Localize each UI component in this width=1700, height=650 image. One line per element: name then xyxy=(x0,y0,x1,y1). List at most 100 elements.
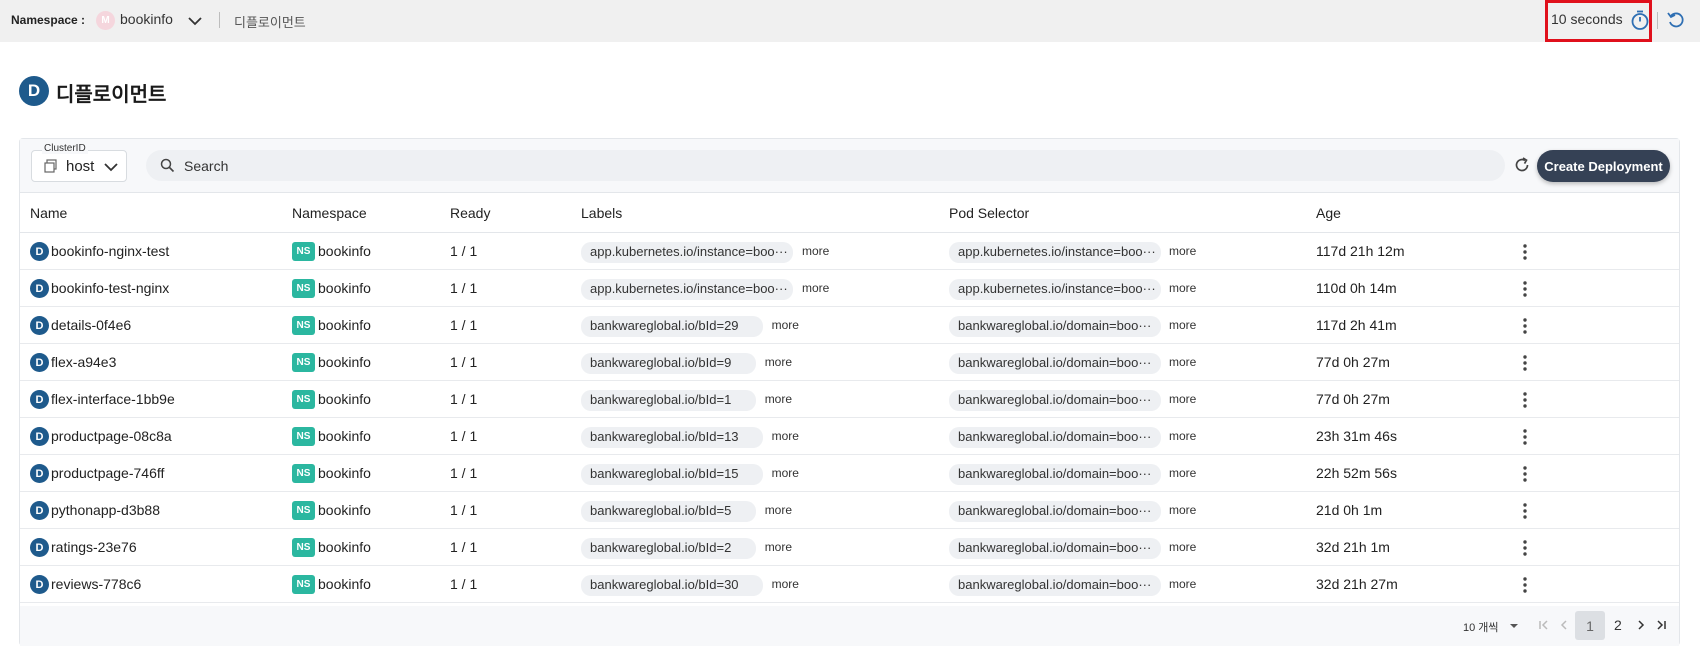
labels-more-link[interactable]: more xyxy=(772,466,799,480)
namespace-label: Namespace : xyxy=(11,13,86,27)
column-header-name[interactable]: Name xyxy=(30,205,67,221)
ready-count: 1 / 1 xyxy=(450,576,478,592)
labels-more-link[interactable]: more xyxy=(765,355,792,369)
search-box[interactable] xyxy=(146,150,1505,181)
kebab-icon[interactable] xyxy=(1516,390,1534,410)
search-input[interactable] xyxy=(184,150,1484,181)
labels-more-link[interactable]: more xyxy=(772,577,799,591)
table-row[interactable]: Dpythonapp-d3b88 NS bookinfo 1 / 1 bankwareg… xyxy=(20,492,1679,529)
deployment-name-link[interactable]: pythonapp-d3b88 xyxy=(51,502,160,518)
reload-icon[interactable] xyxy=(1513,156,1531,174)
deployment-name-link[interactable]: details-0f4e6 xyxy=(51,317,131,333)
deployment-name-link[interactable]: flex-a94e3 xyxy=(51,354,116,370)
deployment-name-link[interactable]: bookinfo-test-nginx xyxy=(51,280,169,296)
last-page-icon[interactable] xyxy=(1654,618,1668,632)
page-size-select[interactable]: 10 개씩 xyxy=(1463,619,1499,635)
labels-more-link[interactable]: more xyxy=(765,503,792,517)
column-header-ready[interactable]: Ready xyxy=(450,205,490,221)
namespace-link[interactable]: bookinfo xyxy=(318,576,371,592)
deployment-name-link[interactable]: ratings-23e76 xyxy=(51,539,137,555)
prev-page-icon[interactable] xyxy=(1557,618,1571,632)
page-button[interactable]: 2 xyxy=(1614,617,1622,633)
selector-more-link[interactable]: more xyxy=(1169,577,1196,591)
table-row[interactable]: Dproductpage-746ff NS bookinfo 1 / 1 bankwar… xyxy=(20,455,1679,492)
label-chip: app.kubernetes.io/instance=boo··· xyxy=(581,279,793,300)
namespace-link[interactable]: bookinfo xyxy=(318,354,371,370)
label-chip: bankwareglobal.io/bId=9 xyxy=(581,353,756,374)
search-icon xyxy=(160,158,175,173)
labels-more-link[interactable]: more xyxy=(802,244,829,258)
age-value: 110d 0h 14m xyxy=(1316,280,1397,296)
selector-more-link[interactable]: more xyxy=(1169,540,1196,554)
selector-chip: bankwareglobal.io/domain=boo··· xyxy=(949,316,1161,337)
selector-more-link[interactable]: more xyxy=(1169,355,1196,369)
undo-icon[interactable] xyxy=(1666,10,1686,30)
table-row[interactable]: Dratings-23e76 NS bookinfo 1 / 1 bankwareglo… xyxy=(20,529,1679,566)
kebab-icon[interactable] xyxy=(1516,316,1534,336)
namespace-link[interactable]: bookinfo xyxy=(318,539,371,555)
column-header-labels[interactable]: Labels xyxy=(581,205,622,221)
kebab-icon[interactable] xyxy=(1516,575,1534,595)
labels-more-link[interactable]: more xyxy=(772,429,799,443)
namespace-link[interactable]: bookinfo xyxy=(318,465,371,481)
labels-more-link[interactable]: more xyxy=(802,281,829,295)
selector-more-link[interactable]: more xyxy=(1169,244,1196,258)
divider xyxy=(1657,12,1658,29)
namespace-badge: NS xyxy=(292,242,315,261)
create-deployment-button[interactable]: Create Deployment xyxy=(1537,150,1670,182)
table-row[interactable]: Dflex-interface-1bb9e NS bookinfo 1 / 1 bank… xyxy=(20,381,1679,418)
kebab-icon[interactable] xyxy=(1516,464,1534,484)
label-chip: bankwareglobal.io/bId=13 xyxy=(581,427,763,448)
deployment-name-link[interactable]: flex-interface-1bb9e xyxy=(51,391,175,407)
namespace-link[interactable]: bookinfo xyxy=(318,391,371,407)
namespace-link[interactable]: bookinfo xyxy=(318,428,371,444)
selector-more-link[interactable]: more xyxy=(1169,281,1196,295)
deployment-badge: D xyxy=(30,501,49,520)
namespace-badge: NS xyxy=(292,316,315,335)
deployment-name-link[interactable]: bookinfo-nginx-test xyxy=(51,243,169,259)
refresh-interval-text[interactable]: 10 seconds xyxy=(1551,11,1623,27)
column-header-pod-selector[interactable]: Pod Selector xyxy=(949,205,1029,221)
cluster-select[interactable]: ClusterID host xyxy=(31,143,127,182)
table-row[interactable]: Dflex-a94e3 NS bookinfo 1 / 1 bankwareglobal… xyxy=(20,344,1679,381)
deployment-name-link[interactable]: productpage-746ff xyxy=(51,465,164,481)
namespace-link[interactable]: bookinfo xyxy=(318,280,371,296)
selector-more-link[interactable]: more xyxy=(1169,429,1196,443)
selector-more-link[interactable]: more xyxy=(1169,392,1196,406)
kebab-icon[interactable] xyxy=(1516,501,1534,521)
table-row[interactable]: Dbookinfo-test-nginx NS bookinfo 1 / 1 app.k… xyxy=(20,270,1679,307)
kebab-icon[interactable] xyxy=(1516,242,1534,262)
selector-more-link[interactable]: more xyxy=(1169,318,1196,332)
table-row[interactable]: Dreviews-778c6 NS bookinfo 1 / 1 bankwareglo… xyxy=(20,566,1679,603)
selector-more-link[interactable]: more xyxy=(1169,466,1196,480)
namespace-link[interactable]: bookinfo xyxy=(318,317,371,333)
namespace-link[interactable]: bookinfo xyxy=(318,502,371,518)
column-header-age[interactable]: Age xyxy=(1316,205,1341,221)
deployment-name-link[interactable]: productpage-08c8a xyxy=(51,428,172,444)
page-button-current[interactable]: 1 xyxy=(1575,611,1605,640)
table-row[interactable]: Ddetails-0f4e6 NS bookinfo 1 / 1 bankwareglo… xyxy=(20,307,1679,344)
table-row[interactable]: Dproductpage-08c8a NS bookinfo 1 / 1 bankwar… xyxy=(20,418,1679,455)
table-row[interactable]: Dbookinfo-nginx-test NS bookinfo 1 / 1 app.k… xyxy=(20,233,1679,270)
kebab-icon[interactable] xyxy=(1516,353,1534,373)
ready-count: 1 / 1 xyxy=(450,391,478,407)
labels-more-link[interactable]: more xyxy=(765,540,792,554)
table-toolbar: ClusterID host Create Deployment xyxy=(20,139,1679,193)
chevron-down-icon[interactable] xyxy=(186,12,204,30)
column-header-namespace[interactable]: Namespace xyxy=(292,205,367,221)
next-page-icon[interactable] xyxy=(1634,618,1648,632)
kebab-icon[interactable] xyxy=(1516,538,1534,558)
labels-more-link[interactable]: more xyxy=(765,392,792,406)
caret-down-icon[interactable] xyxy=(1509,621,1519,631)
first-page-icon[interactable] xyxy=(1537,618,1551,632)
age-value: 77d 0h 27m xyxy=(1316,354,1390,370)
namespace-link[interactable]: bookinfo xyxy=(318,243,371,259)
kebab-icon[interactable] xyxy=(1516,279,1534,299)
selector-more-link[interactable]: more xyxy=(1169,503,1196,517)
labels-more-link[interactable]: more xyxy=(772,318,799,332)
namespace-badge: NS xyxy=(292,501,315,520)
namespace-selector[interactable]: bookinfo xyxy=(120,11,173,27)
kebab-icon[interactable] xyxy=(1516,427,1534,447)
timer-icon[interactable] xyxy=(1629,9,1651,31)
deployment-name-link[interactable]: reviews-778c6 xyxy=(51,576,141,592)
